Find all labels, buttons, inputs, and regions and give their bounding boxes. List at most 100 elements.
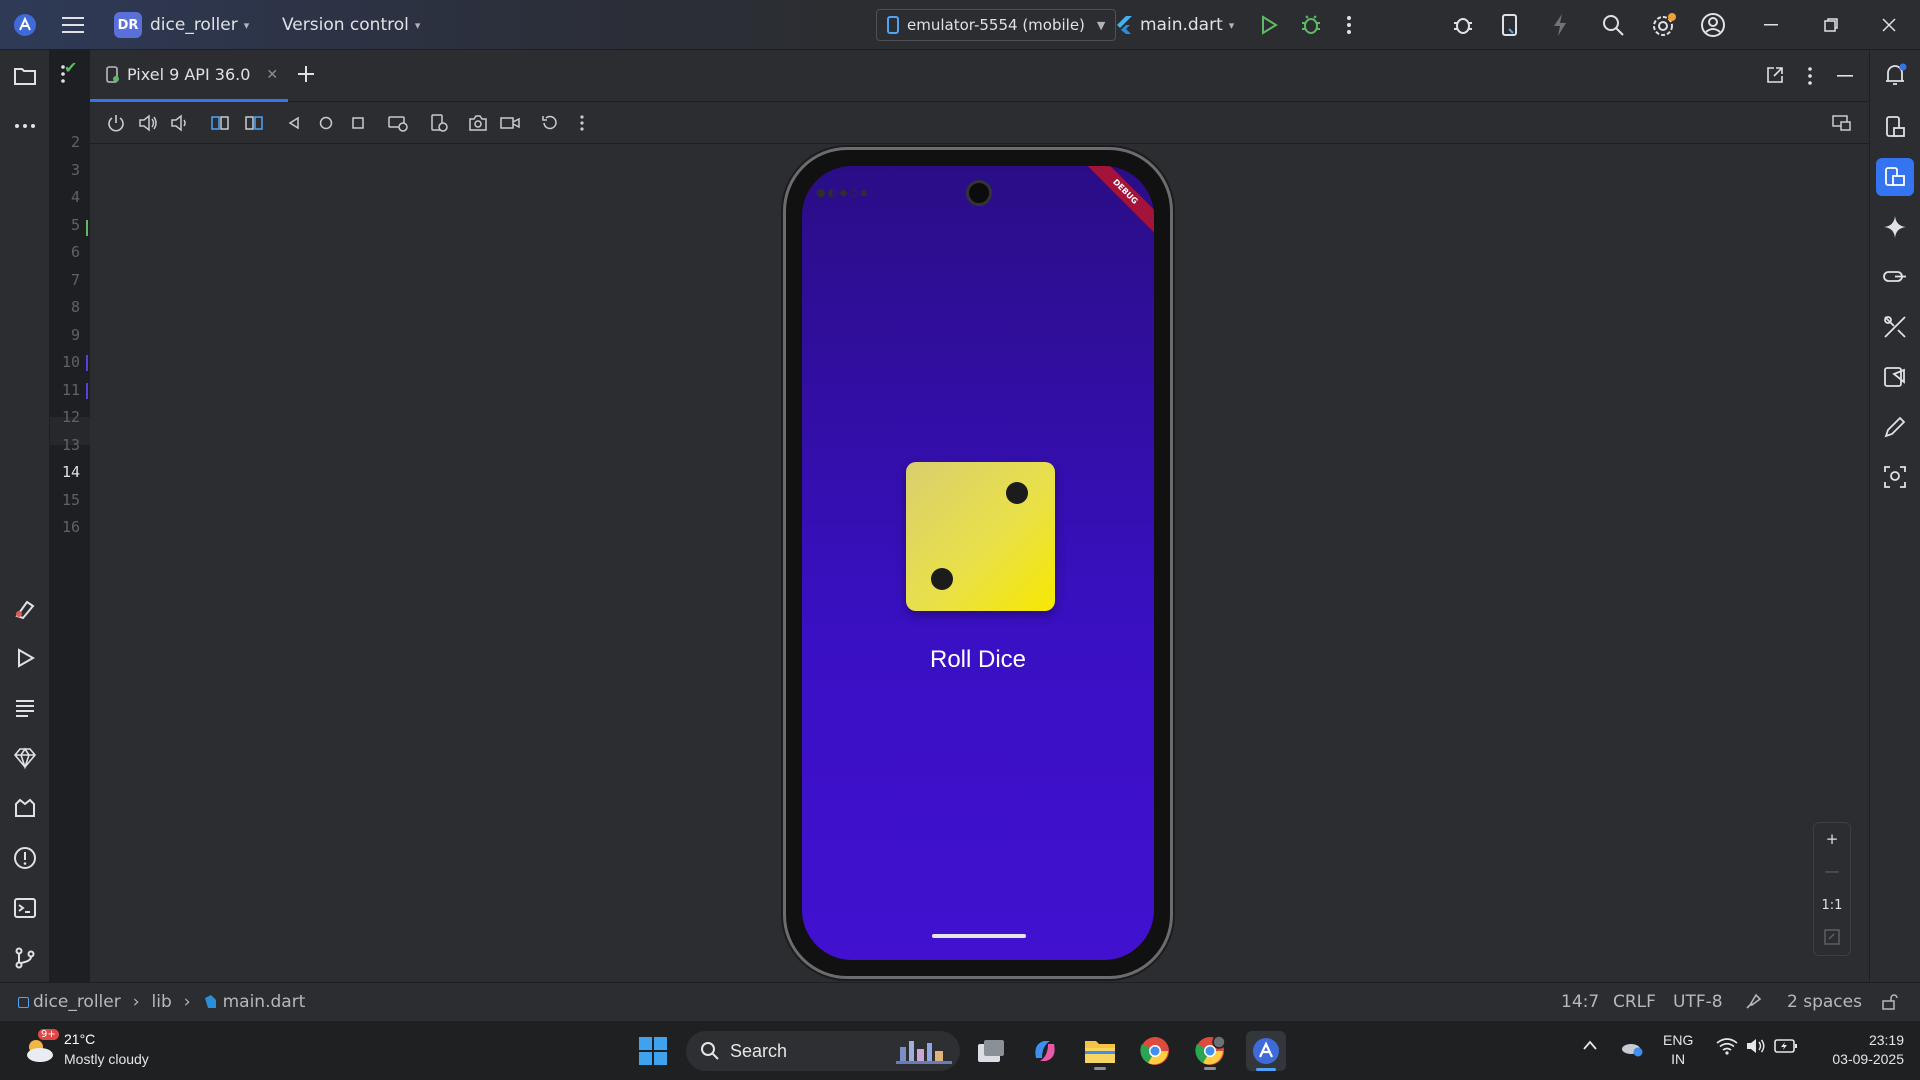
debug-button[interactable]: [1300, 0, 1322, 50]
line-number[interactable]: 3: [50, 161, 80, 179]
taskbar-search[interactable]: Search: [686, 1031, 960, 1071]
tab-options-icon[interactable]: [60, 64, 66, 84]
clock[interactable]: 23:19 03-09-2025: [1812, 1031, 1904, 1069]
version-control-menu[interactable]: Version control ▾: [282, 0, 420, 50]
screenshot-icon[interactable]: [468, 113, 488, 133]
overview-icon[interactable]: [348, 113, 368, 133]
line-number[interactable]: 12: [50, 408, 80, 426]
more-emulator-actions-icon[interactable]: [572, 113, 592, 133]
device-manager-side-icon[interactable]: [1882, 114, 1908, 140]
line-number[interactable]: 14: [50, 463, 80, 481]
breadcrumb-folder[interactable]: lib: [152, 992, 172, 1012]
volume-up-icon[interactable]: [138, 113, 158, 133]
device-screen[interactable]: ●◐◆◇▪ DEBUG Roll Dice: [802, 166, 1154, 960]
file-encoding[interactable]: UTF-8: [1673, 983, 1723, 1021]
home-gesture-bar[interactable]: [932, 934, 1026, 938]
android-studio-logo-icon[interactable]: [12, 0, 38, 50]
layout-inspector-icon[interactable]: [1882, 364, 1908, 390]
more-actions-icon[interactable]: [1346, 0, 1352, 50]
code-style-icon[interactable]: [1744, 983, 1762, 1021]
keyboard-input-icon[interactable]: [388, 113, 408, 133]
wifi-icon[interactable]: [1716, 1037, 1738, 1055]
apply-changes-icon[interactable]: [1552, 0, 1568, 50]
screen-record-icon[interactable]: [500, 113, 520, 133]
panel-options-icon[interactable]: [1807, 66, 1813, 86]
indent-setting[interactable]: 2 spaces: [1787, 983, 1862, 1021]
run-button[interactable]: [1260, 0, 1278, 50]
notifications-icon[interactable]: [1882, 62, 1908, 88]
zoom-in-button[interactable]: +: [1814, 823, 1850, 855]
search-icon[interactable]: [1601, 0, 1625, 50]
more-tool-windows-icon[interactable]: [13, 114, 37, 138]
run-tool-icon[interactable]: [13, 646, 37, 670]
breadcrumb-file[interactable]: main.dart: [223, 992, 306, 1012]
copilot-icon[interactable]: [1025, 1031, 1065, 1071]
breadcrumb-project[interactable]: dice_roller: [33, 992, 121, 1012]
mirror-device-icon[interactable]: [1832, 113, 1852, 133]
running-devices-icon[interactable]: [1876, 158, 1914, 196]
flutter-inspector-icon[interactable]: [13, 596, 37, 620]
screen-capture-icon[interactable]: [1882, 464, 1908, 490]
android-studio-taskbar-icon[interactable]: [1246, 1031, 1286, 1071]
app-quality-insights-icon[interactable]: [13, 746, 37, 770]
volume-icon[interactable]: [1745, 1037, 1767, 1055]
cursor-position[interactable]: 14:7: [1561, 983, 1599, 1021]
hide-panel-icon[interactable]: [1837, 75, 1853, 77]
app-inspection-icon[interactable]: [13, 796, 37, 820]
line-number[interactable]: 9: [50, 326, 80, 344]
run-config-selector[interactable]: main.dart ▾: [1116, 0, 1234, 50]
zoom-fit-icon[interactable]: [1814, 921, 1850, 953]
line-number[interactable]: 4: [50, 188, 80, 206]
volume-down-icon[interactable]: [170, 113, 190, 133]
edit-pencil-icon[interactable]: [1882, 414, 1908, 440]
version-control-icon[interactable]: [13, 946, 37, 970]
device-settings-icon[interactable]: [430, 113, 450, 133]
problems-icon[interactable]: [13, 846, 37, 870]
show-hidden-icons-icon[interactable]: [1582, 1039, 1598, 1051]
device-manager-icon[interactable]: [1500, 0, 1520, 50]
line-number[interactable]: 6: [50, 243, 80, 261]
zoom-actual-size-button[interactable]: 1:1: [1814, 889, 1850, 921]
lock-icon[interactable]: [1881, 983, 1899, 1021]
input-language[interactable]: ENG IN: [1663, 1031, 1693, 1069]
weather-widget[interactable]: 9+ 21°C Mostly cloudy: [20, 1029, 160, 1073]
main-menu-icon[interactable]: [62, 0, 84, 50]
rotate-left-icon[interactable]: [210, 113, 230, 133]
open-external-icon[interactable]: [1766, 66, 1784, 84]
home-icon[interactable]: [316, 113, 336, 133]
chrome-profile-icon[interactable]: [1190, 1031, 1230, 1071]
line-number[interactable]: 13: [50, 436, 80, 454]
line-number[interactable]: 5: [50, 216, 80, 234]
add-device-icon[interactable]: [296, 64, 316, 84]
device-selector[interactable]: emulator-5554 (mobile) ▼: [876, 9, 1117, 41]
line-number[interactable]: 15: [50, 491, 80, 509]
logcat-icon[interactable]: [13, 696, 37, 720]
line-number[interactable]: 2: [50, 133, 80, 151]
close-tab-icon[interactable]: ✕: [266, 67, 278, 83]
close-window-icon[interactable]: [1882, 0, 1896, 50]
attach-debugger-icon[interactable]: [1451, 0, 1475, 50]
onedrive-icon[interactable]: [1620, 1037, 1644, 1057]
link-icon[interactable]: [1882, 264, 1908, 290]
power-icon[interactable]: [106, 113, 126, 133]
task-view-icon[interactable]: [971, 1031, 1011, 1071]
terminal-icon[interactable]: [13, 896, 37, 920]
battery-icon[interactable]: [1774, 1038, 1798, 1054]
file-explorer-icon[interactable]: [1080, 1031, 1120, 1071]
line-number[interactable]: 11: [50, 381, 80, 399]
account-icon[interactable]: [1700, 0, 1726, 50]
back-icon[interactable]: [284, 113, 304, 133]
rotate-right-icon[interactable]: [244, 113, 264, 133]
line-number[interactable]: 16: [50, 518, 80, 536]
roll-dice-button[interactable]: Roll Dice: [898, 640, 1058, 680]
windows-start-icon[interactable]: [633, 1031, 673, 1071]
line-number[interactable]: 8: [50, 298, 80, 316]
settings-gear-icon[interactable]: [1651, 0, 1677, 50]
zoom-out-button[interactable]: —: [1814, 855, 1850, 887]
project-switcher[interactable]: DR dice_roller ▾: [114, 0, 249, 50]
chrome-icon[interactable]: [1135, 1031, 1175, 1071]
restore-window-icon[interactable]: [1824, 0, 1838, 50]
line-number[interactable]: 10: [50, 353, 80, 371]
gemini-icon[interactable]: [1882, 214, 1908, 240]
project-folder-icon[interactable]: [13, 64, 37, 88]
